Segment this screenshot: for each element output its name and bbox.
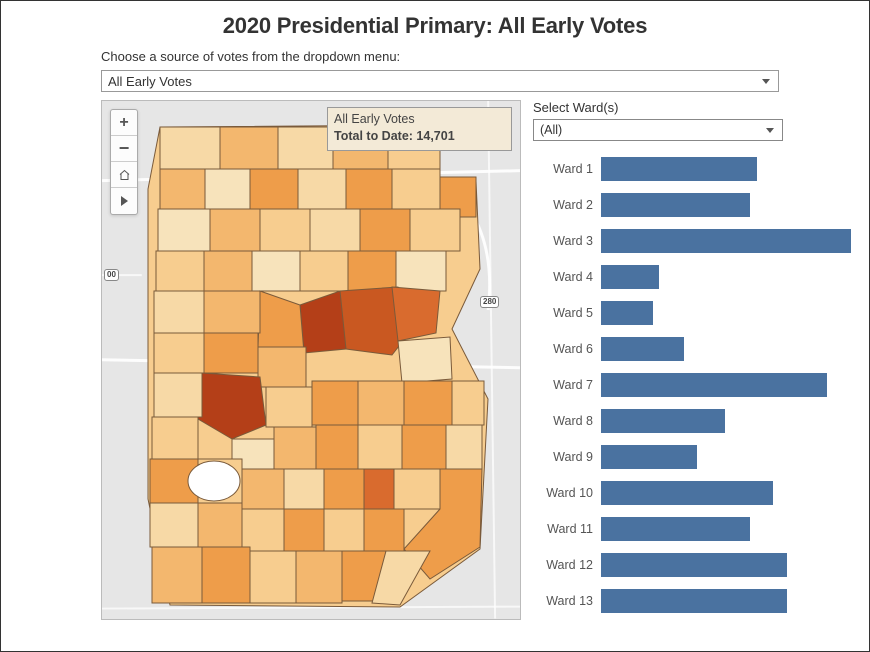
bar-fill — [601, 517, 750, 541]
bar-track — [601, 409, 857, 433]
bar-track — [601, 337, 857, 361]
bar-label: Ward 4 — [533, 270, 601, 284]
bar-row[interactable]: Ward 10 — [533, 475, 857, 511]
bar-label: Ward 1 — [533, 162, 601, 176]
dashboard-frame: 2020 Presidential Primary: All Early Vot… — [0, 0, 870, 652]
ward-dropdown[interactable]: (All) — [533, 119, 783, 141]
bar-row[interactable]: Ward 5 — [533, 295, 857, 331]
bar-label: Ward 6 — [533, 342, 601, 356]
bar-row[interactable]: Ward 2 — [533, 187, 857, 223]
zoom-out-button[interactable]: − — [111, 136, 137, 162]
bar-label: Ward 8 — [533, 414, 601, 428]
bar-fill — [601, 589, 787, 613]
bar-fill — [601, 337, 684, 361]
bar-label: Ward 10 — [533, 486, 601, 500]
zoom-in-button[interactable]: + — [111, 110, 137, 136]
bar-fill — [601, 553, 787, 577]
bar-row[interactable]: Ward 4 — [533, 259, 857, 295]
play-icon — [121, 196, 128, 206]
bar-row[interactable]: Ward 11 — [533, 511, 857, 547]
info-line2: Total to Date: 14,701 — [334, 128, 505, 145]
bar-track — [601, 481, 857, 505]
bar-fill — [601, 373, 827, 397]
pan-button[interactable] — [111, 188, 137, 214]
bar-label: Ward 12 — [533, 558, 601, 572]
source-dropdown[interactable]: All Early Votes — [101, 70, 779, 92]
map-info-box: All Early Votes Total to Date: 14,701 — [327, 107, 512, 151]
page-title: 2020 Presidential Primary: All Early Vot… — [1, 1, 869, 45]
content-row: 00 280 — [1, 100, 869, 620]
chevron-down-icon — [762, 79, 770, 84]
bar-row[interactable]: Ward 3 — [533, 223, 857, 259]
bar-label: Ward 7 — [533, 378, 601, 392]
bar-fill — [601, 265, 659, 289]
bar-label: Ward 3 — [533, 234, 601, 248]
right-panel: Select Ward(s) (All) Ward 1Ward 2Ward 3W… — [533, 100, 869, 620]
bar-fill — [601, 229, 851, 253]
map-panel[interactable]: 00 280 — [101, 100, 521, 620]
bar-track — [601, 589, 857, 613]
bar-row[interactable]: Ward 8 — [533, 403, 857, 439]
bar-fill — [601, 193, 750, 217]
bar-track — [601, 157, 857, 181]
info-line1: All Early Votes — [334, 111, 505, 128]
home-button[interactable] — [111, 162, 137, 188]
bar-fill — [601, 481, 773, 505]
source-dropdown-value: All Early Votes — [108, 74, 192, 89]
bar-track — [601, 517, 857, 541]
select-wards-label: Select Ward(s) — [533, 100, 857, 115]
map-zoom-controls: + − — [110, 109, 138, 215]
bar-label: Ward 11 — [533, 522, 601, 536]
bar-track — [601, 265, 857, 289]
bar-track — [601, 553, 857, 577]
bar-row[interactable]: Ward 12 — [533, 547, 857, 583]
home-icon — [118, 169, 131, 181]
bar-track — [601, 445, 857, 469]
bar-track — [601, 301, 857, 325]
bar-row[interactable]: Ward 7 — [533, 367, 857, 403]
plus-icon: + — [119, 114, 128, 132]
bar-fill — [601, 445, 697, 469]
bar-track — [601, 229, 857, 253]
bar-track — [601, 193, 857, 217]
bar-row[interactable]: Ward 13 — [533, 583, 857, 619]
source-prompt: Choose a source of votes from the dropdo… — [1, 45, 869, 68]
route-shield: 00 — [104, 269, 119, 281]
bar-row[interactable]: Ward 6 — [533, 331, 857, 367]
bar-row[interactable]: Ward 9 — [533, 439, 857, 475]
bar-track — [601, 373, 857, 397]
minus-icon: − — [119, 138, 130, 159]
bar-fill — [601, 409, 725, 433]
choropleth-map[interactable] — [140, 119, 492, 613]
ward-dropdown-value: (All) — [540, 123, 562, 137]
bar-fill — [601, 157, 757, 181]
bar-label: Ward 2 — [533, 198, 601, 212]
bar-row[interactable]: Ward 1 — [533, 151, 857, 187]
bar-label: Ward 13 — [533, 594, 601, 608]
bar-fill — [601, 301, 653, 325]
chevron-down-icon — [766, 128, 774, 133]
bar-label: Ward 9 — [533, 450, 601, 464]
ward-bar-chart: Ward 1 Ward 2 Ward 3 Ward 4 Ward 5 Ward 6 Ward… — [533, 151, 857, 619]
bar-label: Ward 5 — [533, 306, 601, 320]
